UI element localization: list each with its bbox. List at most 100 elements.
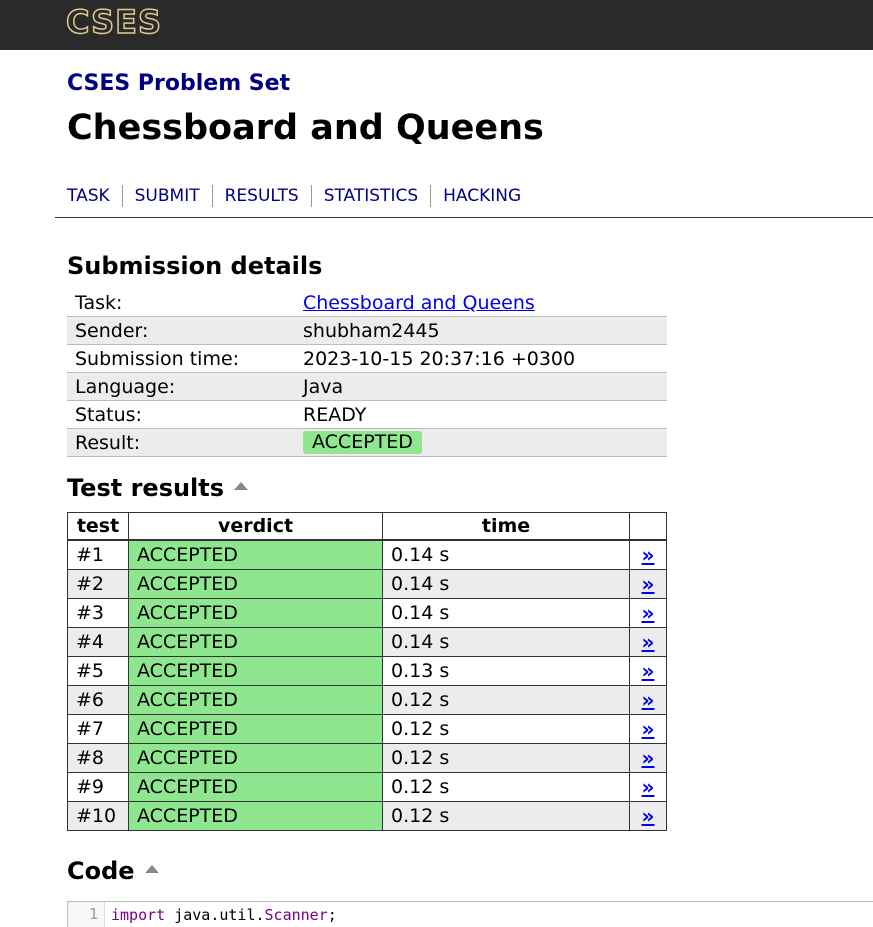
test-verdict: ACCEPTED <box>128 801 383 831</box>
sender-value: shubham2445 <box>295 316 667 345</box>
test-detail-cell: » <box>629 539 667 570</box>
nav-submit[interactable]: SUBMIT <box>121 185 212 207</box>
col-test: test <box>67 512 129 541</box>
test-verdict: ACCEPTED <box>128 569 383 599</box>
submission-details-heading: Submission details <box>67 252 323 280</box>
nav-statistics[interactable]: STATISTICS <box>310 185 430 207</box>
nav-divider <box>55 217 873 218</box>
test-row: #2 ACCEPTED 0.14 s » <box>67 569 667 599</box>
test-number: #6 <box>67 685 129 715</box>
view-test-link-icon[interactable]: » <box>642 688 655 712</box>
test-verdict: ACCEPTED <box>128 772 383 802</box>
view-test-link-icon[interactable]: » <box>642 601 655 625</box>
test-results-header: test verdict time <box>67 512 667 541</box>
test-time: 0.12 s <box>382 743 630 773</box>
nav-task[interactable]: TASK <box>67 185 122 207</box>
details-row: Language: Java <box>67 372 667 401</box>
test-number: #4 <box>67 627 129 657</box>
test-row: #3 ACCEPTED 0.14 s » <box>67 598 667 628</box>
test-results-heading: Test results <box>67 474 249 502</box>
test-verdict: ACCEPTED <box>128 627 383 657</box>
test-row: #10 ACCEPTED 0.12 s » <box>67 801 667 831</box>
details-key: Language: <box>67 372 295 401</box>
code-text: java.util. <box>174 905 265 924</box>
test-number: #7 <box>67 714 129 744</box>
test-verdict: ACCEPTED <box>128 743 383 773</box>
test-time: 0.14 s <box>382 627 630 657</box>
collapse-triangle-icon[interactable] <box>234 482 249 490</box>
test-number: #9 <box>67 772 129 802</box>
test-detail-cell: » <box>629 801 667 831</box>
test-verdict: ACCEPTED <box>128 656 383 686</box>
nav-results[interactable]: RESULTS <box>211 185 311 207</box>
view-test-link-icon[interactable]: » <box>642 543 655 567</box>
test-verdict: ACCEPTED <box>128 685 383 715</box>
col-time: time <box>382 512 630 541</box>
details-key: Submission time: <box>67 344 295 373</box>
view-test-link-icon[interactable]: » <box>642 746 655 770</box>
page-title: Chessboard and Queens <box>67 108 544 148</box>
test-number: #3 <box>67 598 129 628</box>
result-value: ACCEPTED <box>295 428 667 457</box>
test-time: 0.12 s <box>382 714 630 744</box>
test-row: #4 ACCEPTED 0.14 s » <box>67 627 667 657</box>
language-value: Java <box>295 372 667 401</box>
view-test-link-icon[interactable]: » <box>642 804 655 828</box>
test-time: 0.12 s <box>382 772 630 802</box>
col-link <box>629 512 667 541</box>
test-time: 0.14 s <box>382 569 630 599</box>
details-key: Task: <box>67 289 295 317</box>
test-row: #6 ACCEPTED 0.12 s » <box>67 685 667 715</box>
view-test-link-icon[interactable]: » <box>642 630 655 654</box>
test-number: #8 <box>67 743 129 773</box>
view-test-link-icon[interactable]: » <box>642 775 655 799</box>
test-time: 0.12 s <box>382 801 630 831</box>
test-results-table: test verdict time #1 ACCEPTED 0.14 s» #2 ACC… <box>67 512 667 831</box>
result-badge: ACCEPTED <box>303 431 422 454</box>
test-row: #5 ACCEPTED 0.13 s » <box>67 656 667 686</box>
details-key: Sender: <box>67 316 295 345</box>
test-verdict: ACCEPTED <box>128 598 383 628</box>
code-end: ; <box>327 905 337 924</box>
problem-set-link[interactable]: CSES Problem Set <box>67 71 290 96</box>
test-detail-cell: » <box>629 685 667 715</box>
nav-hacking[interactable]: HACKING <box>430 185 533 207</box>
details-row: Status: READY <box>67 400 667 429</box>
collapse-triangle-icon[interactable] <box>144 865 159 873</box>
test-row: #1 ACCEPTED 0.14 s » <box>67 539 667 570</box>
status-value: READY <box>295 400 667 429</box>
test-row: #9 ACCEPTED 0.12 s » <box>67 772 667 802</box>
code-heading: Code <box>67 857 159 885</box>
test-time: 0.12 s <box>382 685 630 715</box>
test-detail-cell: » <box>629 656 667 686</box>
test-verdict: ACCEPTED <box>128 714 383 744</box>
view-test-link-icon[interactable]: » <box>642 572 655 596</box>
top-bar: CSES <box>0 0 873 50</box>
code-title: Code <box>67 857 135 885</box>
test-time: 0.14 s <box>382 539 630 570</box>
submission-details-table: Task: Chessboard and Queens Sender: shub… <box>67 289 667 457</box>
details-key: Status: <box>67 400 295 429</box>
test-results-title: Test results <box>67 474 225 502</box>
col-verdict: verdict <box>128 512 383 541</box>
test-detail-cell: » <box>629 772 667 802</box>
test-verdict: ACCEPTED <box>128 539 383 570</box>
test-detail-cell: » <box>629 627 667 657</box>
test-detail-cell: » <box>629 714 667 744</box>
code-keyword: import <box>111 905 166 924</box>
details-row: Task: Chessboard and Queens <box>67 289 667 317</box>
submission-time-value: 2023-10-15 20:37:16 +0300 <box>295 344 667 373</box>
view-test-link-icon[interactable]: » <box>642 659 655 683</box>
test-row: #7 ACCEPTED 0.12 s » <box>67 714 667 744</box>
test-row: #8 ACCEPTED 0.12 s » <box>67 743 667 773</box>
test-number: #10 <box>67 801 129 831</box>
task-link[interactable]: Chessboard and Queens <box>303 292 535 314</box>
code-line: import java.util.Scanner; <box>105 906 337 924</box>
details-row: Result: ACCEPTED <box>67 428 667 457</box>
cses-logo[interactable]: CSES <box>65 3 162 41</box>
test-number: #5 <box>67 656 129 686</box>
view-test-link-icon[interactable]: » <box>642 717 655 741</box>
details-value: Chessboard and Queens <box>295 289 667 317</box>
test-detail-cell: » <box>629 569 667 599</box>
task-nav: TASK SUBMIT RESULTS STATISTICS HACKING <box>67 184 533 208</box>
